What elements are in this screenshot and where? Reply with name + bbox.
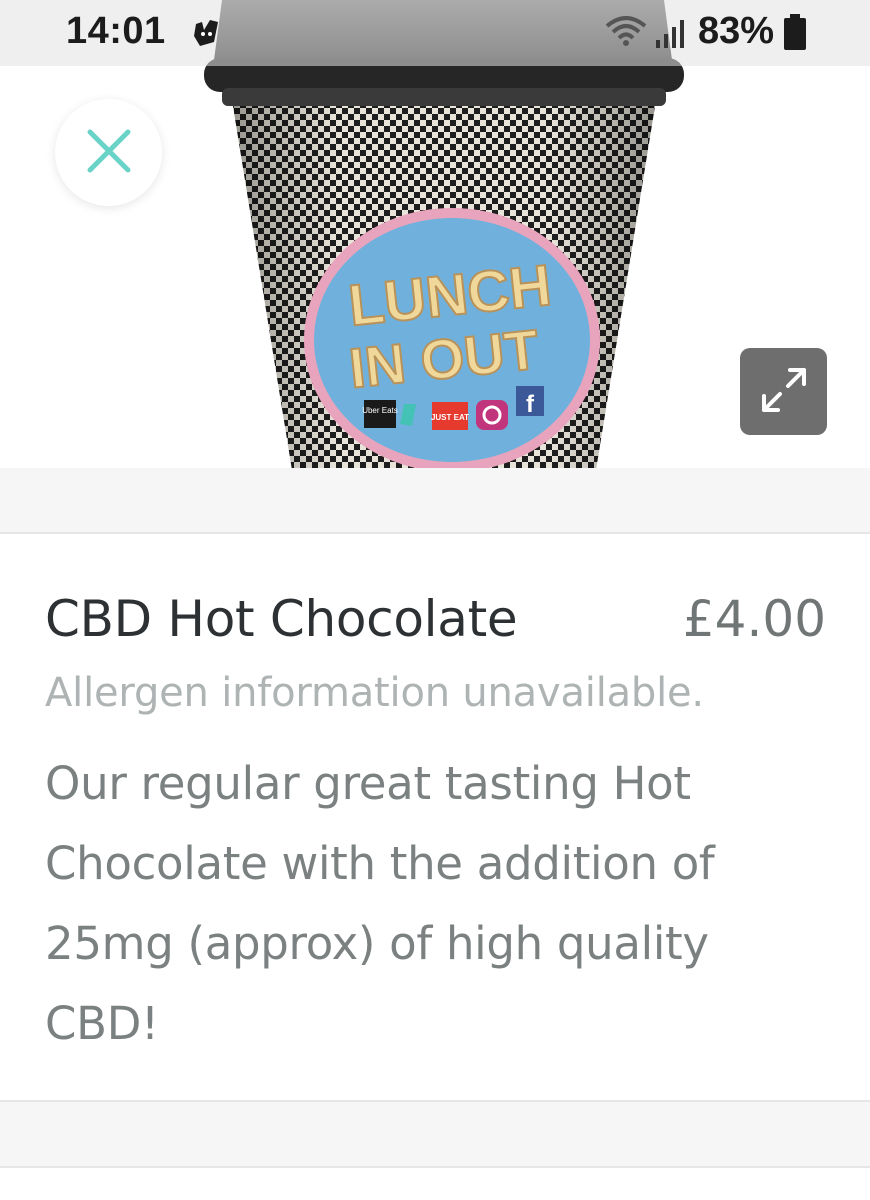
section-divider: [0, 468, 870, 534]
wifi-icon: [605, 16, 647, 53]
just-eat-badge: JUST EAT: [431, 413, 469, 422]
section-divider-bottom: [0, 1100, 870, 1168]
expand-image-button[interactable]: [740, 348, 827, 435]
uber-eats-badge: Uber Eats: [362, 406, 398, 415]
svg-text:f: f: [526, 391, 535, 418]
close-icon: [86, 128, 132, 178]
status-bar: 14:01 83%: [0, 0, 870, 66]
product-description: Our regular great tasting Hot Chocolate …: [45, 757, 715, 1050]
signal-icon: [654, 18, 686, 53]
deliveroo-icon: [192, 20, 220, 51]
status-time: 14:01: [66, 10, 166, 52]
close-button[interactable]: [55, 99, 162, 206]
allergen-info: Allergen information unavailable.: [45, 670, 704, 716]
expand-icon: [758, 364, 810, 420]
battery-percent: 83%: [698, 10, 775, 52]
bottom-strip: [0, 1168, 870, 1200]
battery-icon: [784, 14, 806, 55]
product-detail-page: LUNCH IN OUT Uber Eats JUST EAT f 14:01: [0, 0, 870, 1200]
product-image: LUNCH IN OUT Uber Eats JUST EAT f 14:01: [0, 0, 870, 468]
product-info-section: CBD Hot Chocolate £4.00 Allergen informa…: [0, 536, 870, 1100]
product-name: CBD Hot Chocolate: [45, 590, 518, 648]
product-price: £4.00: [682, 590, 826, 648]
